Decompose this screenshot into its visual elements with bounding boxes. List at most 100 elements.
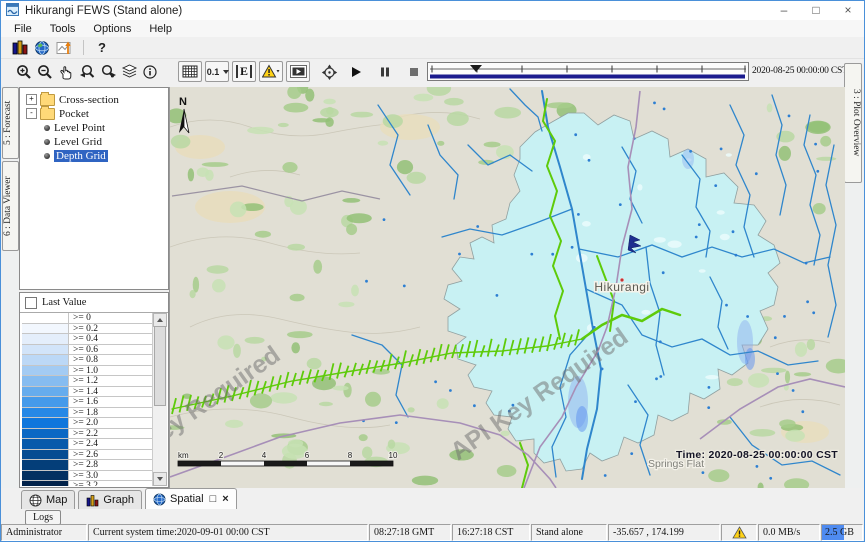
grid-toggle-button[interactable] [178, 61, 202, 82]
play-button[interactable] [347, 62, 365, 82]
info-button[interactable] [141, 62, 159, 82]
status-warning-icon[interactable] [721, 524, 757, 541]
maximize-button[interactable]: □ [800, 1, 832, 20]
menu-bar: File Tools Options Help [1, 20, 864, 37]
minimize-button[interactable]: – [768, 1, 800, 20]
legend-row[interactable]: >= 0.8 [22, 355, 152, 366]
legend-label: >= 2.8 [69, 460, 152, 470]
tab-plot-overview[interactable]: 3 : Plot Overview [844, 63, 862, 183]
legend-row[interactable]: >= 2.6 [22, 450, 152, 461]
tree-node-level-grid[interactable]: Level Grid [44, 135, 168, 148]
legend-row[interactable]: >= 2.2 [22, 429, 152, 440]
last-value-checkbox[interactable] [25, 297, 37, 309]
node-bullet-icon [44, 125, 50, 131]
stop-button[interactable] [405, 62, 423, 82]
legend-row[interactable]: >= 1.0 [22, 366, 152, 377]
zoom-out-button[interactable] [36, 62, 54, 82]
label-threshold-button[interactable]: 0.1 [205, 61, 229, 82]
tree-node-label: Pocket [59, 108, 89, 120]
collapse-icon[interactable]: - [26, 108, 37, 119]
menu-options[interactable]: Options [84, 23, 140, 35]
time-navigator-icon[interactable] [320, 62, 338, 82]
help-button[interactable]: ? [92, 40, 112, 55]
scale-unit-label: km [178, 451, 189, 460]
menu-tools[interactable]: Tools [41, 23, 85, 35]
map-canvas[interactable]: Hikurangi Springs Flat API Key Required … [169, 87, 845, 488]
legend-label: >= 0 [69, 313, 152, 323]
zoom-in-button[interactable] [15, 62, 33, 82]
pan-hand-icon[interactable] [57, 62, 75, 82]
legend-row[interactable]: >= 0.6 [22, 345, 152, 356]
legend-swatch [22, 345, 69, 355]
legend-row[interactable]: >= 1.6 [22, 397, 152, 408]
scale-tick: 10 [389, 451, 398, 460]
logs-button[interactable]: Logs [25, 510, 61, 525]
pause-button[interactable] [376, 62, 394, 82]
layer-tree-panel: + Cross-section - Pocket Level Point Lev… [19, 87, 169, 290]
node-bullet-icon [44, 139, 50, 145]
legend-row[interactable]: >= 0.2 [22, 324, 152, 335]
expand-icon[interactable]: + [26, 94, 37, 105]
tab-maximize-button[interactable]: □ [210, 493, 217, 505]
folder-icon [40, 94, 55, 106]
zoom-next-button[interactable] [99, 62, 117, 82]
legend-swatch [22, 460, 69, 470]
legend-glyph: E [236, 65, 252, 78]
map-toolbar: 0.1 E [1, 58, 426, 85]
tree-node-level-point[interactable]: Level Point [44, 121, 168, 134]
legend-row[interactable]: >= 2.8 [22, 460, 152, 471]
menu-help[interactable]: Help [140, 23, 181, 35]
database-icon[interactable] [9, 39, 31, 57]
legend-label: >= 1.0 [69, 366, 152, 376]
legend-row[interactable]: >= 0.4 [22, 334, 152, 345]
legend-row[interactable]: >= 1.2 [22, 376, 152, 387]
scroll-up-button[interactable] [153, 313, 167, 327]
legend-row[interactable]: >= 2.4 [22, 439, 152, 450]
tab-graph[interactable]: Graph [78, 490, 142, 509]
tree-node-depth-grid[interactable]: Depth Grid [44, 149, 168, 162]
tab-spatial[interactable]: Spatial □ × [145, 488, 237, 509]
bar-chart-icon [86, 494, 99, 507]
title-bar[interactable]: Hikurangi FEWS (Stand alone) – □ × [1, 1, 864, 20]
application-window: Hikurangi FEWS (Stand alone) – □ × File … [0, 0, 865, 542]
legend-row[interactable]: >= 3.2 [22, 481, 152, 486]
tab-map[interactable]: Map [21, 490, 75, 509]
scrollbar-thumb[interactable] [154, 326, 166, 406]
timeline-thumb[interactable] [470, 65, 482, 72]
menu-file[interactable]: File [5, 23, 41, 35]
legend-row[interactable]: >= 0 [22, 313, 152, 324]
legend-row[interactable]: >= 3.0 [22, 471, 152, 482]
zoom-previous-button[interactable] [78, 62, 96, 82]
tab-data-viewer[interactable]: 6 : Data Viewer [2, 161, 19, 251]
status-system-time: Current system time:2020-09-01 00:00 CST [88, 524, 368, 541]
close-button[interactable]: × [832, 1, 864, 20]
tab-forecast[interactable]: 5 : Forecast [2, 87, 19, 159]
timeline-slider[interactable] [427, 62, 749, 81]
legend-swatch [22, 471, 69, 481]
movie-player-button[interactable] [286, 61, 310, 82]
tree-node-cross-section[interactable]: + Cross-section [26, 93, 168, 106]
chart-export-icon[interactable] [53, 39, 75, 57]
legend-scrollbar[interactable] [152, 313, 167, 486]
legend-swatch [22, 387, 69, 397]
layers-icon[interactable] [120, 62, 138, 82]
legend-swatch [22, 481, 69, 486]
tab-map-label: Map [46, 494, 67, 506]
legend-label: >= 2.4 [69, 439, 152, 449]
legend-row[interactable]: >= 1.4 [22, 387, 152, 398]
status-gmt-time: 08:27:18 GMT [369, 524, 451, 541]
scroll-down-button[interactable] [153, 472, 167, 486]
legend-label: >= 3.2 [69, 481, 152, 486]
tree-node-pocket[interactable]: - Pocket [26, 107, 168, 120]
legend-row[interactable]: >= 2.0 [22, 418, 152, 429]
scale-tick: 4 [262, 451, 267, 460]
legend-row[interactable]: >= 1.8 [22, 408, 152, 419]
globe-icon[interactable] [31, 39, 53, 57]
legend-toggle-button[interactable]: E [232, 61, 256, 82]
legend-label: >= 2.0 [69, 418, 152, 428]
tab-close-button[interactable]: × [222, 493, 228, 505]
warning-dropdown-button[interactable] [259, 61, 283, 82]
label-threshold-value: 0.1 [207, 67, 220, 77]
legend-swatch [22, 366, 69, 376]
legend-swatch [22, 408, 69, 418]
